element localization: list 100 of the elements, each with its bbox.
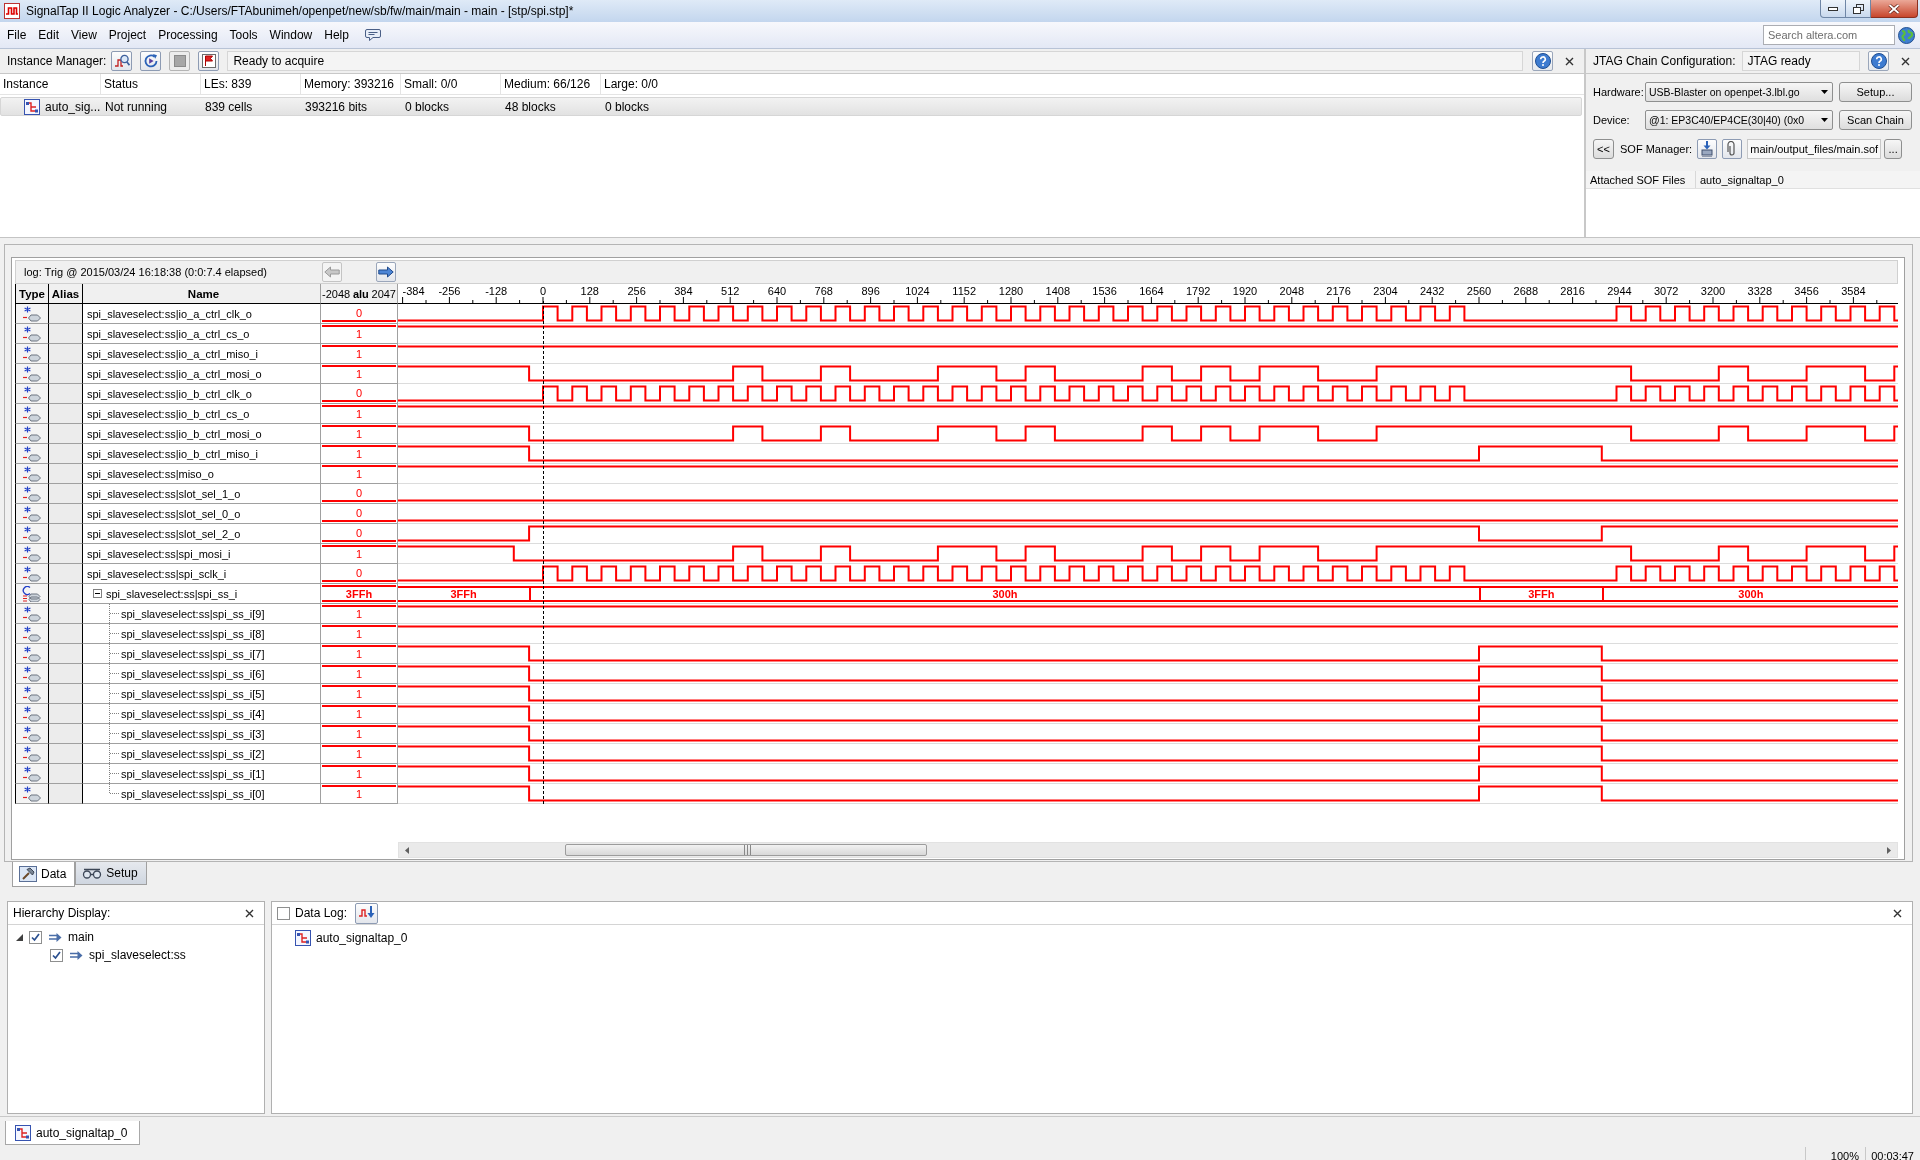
close-window-button[interactable] [1871, 0, 1918, 18]
signal-value: 1 [322, 625, 396, 642]
signal-value: 1 [322, 365, 396, 382]
help-button[interactable] [1532, 51, 1553, 71]
browse-button[interactable]: ... [1884, 139, 1903, 159]
zoom-level: 100% [1805, 1147, 1865, 1160]
close-icon [1888, 3, 1900, 14]
data-log-item[interactable]: auto_signaltap_0 [316, 931, 408, 945]
run-analysis-button[interactable] [111, 51, 133, 71]
view-tab[interactable]: Setup [75, 862, 147, 885]
column-header: Memory: 393216 [301, 74, 401, 94]
scan-chain-button[interactable]: Scan Chain [1839, 110, 1912, 130]
goggles-icon [82, 867, 103, 879]
search-field[interactable]: Search altera.com [1763, 25, 1895, 45]
signal-value: 1 [322, 425, 396, 442]
menu-item[interactable]: File [1, 26, 33, 44]
checkbox[interactable] [50, 948, 63, 962]
globe-icon[interactable] [1898, 26, 1915, 44]
signal-value: 1 [322, 645, 396, 662]
menu-item[interactable]: Tools [223, 26, 264, 44]
signal-name: spi_slaveselect:ss|spi_ss_i[2] [121, 747, 265, 760]
circuit-icon [295, 930, 311, 946]
column-header: Medium: 66/126 [501, 74, 601, 94]
bus-value: 3FFh [398, 585, 530, 602]
hardware-dropdown[interactable]: USB-Blaster on openpet-3.lbl.go [1645, 82, 1833, 102]
time-label: 1280 [998, 285, 1024, 297]
restore-icon [1852, 3, 1864, 14]
signal-name: spi_slaveselect:ss|io_a_ctrl_miso_i [87, 347, 258, 360]
asterisk-node-icon [22, 505, 42, 522]
signal-name: spi_slaveselect:ss|slot_sel_0_o [87, 507, 241, 520]
checkbox[interactable] [29, 930, 42, 944]
signal-name: spi_slaveselect:ss|spi_ss_i[5] [121, 687, 265, 700]
menu-item[interactable]: Processing [152, 26, 224, 44]
view-tab[interactable]: Data [12, 862, 76, 887]
minus-box-icon[interactable] [93, 589, 102, 598]
collapse-button[interactable]: << [1593, 139, 1614, 159]
time-label: 2304 [1373, 285, 1398, 297]
table-cell-text: 839 cells [204, 98, 254, 115]
menu-item[interactable]: Help [318, 26, 355, 44]
read-data-button[interactable] [198, 51, 220, 71]
circuit-icon [15, 1124, 31, 1141]
table-cell-text: auto_signaltap_0 [1699, 172, 1785, 188]
asterisk-node-icon [22, 645, 42, 662]
signal-name: spi_slaveselect:ss|slot_sel_2_o [87, 527, 241, 540]
next-log-button[interactable] [376, 262, 396, 282]
column-header: alu [352, 287, 369, 300]
asterisk-node-icon [22, 345, 42, 362]
tree-connector [109, 644, 121, 663]
table-row[interactable]: auto_sig... Not running 839 cells 393216 bits 0 blocks 48 blocks 0 blocks [0, 97, 1582, 116]
time-label: 2816 [1560, 285, 1585, 297]
help-button[interactable] [1868, 51, 1889, 71]
menu-item[interactable]: View [65, 26, 103, 44]
time-label: 1408 [1045, 285, 1071, 297]
program-device-button[interactable] [1697, 139, 1718, 159]
close-icon [1900, 56, 1910, 66]
asterisk-node-icon [22, 545, 42, 562]
column-header: LEs: 839 [201, 74, 301, 94]
signal-value: 1 [322, 665, 396, 682]
time-label: 3200 [1700, 285, 1726, 297]
signal-value: 1 [322, 705, 396, 722]
time-label: -256 [438, 285, 461, 297]
scrollbar-thumb[interactable] [565, 844, 927, 856]
time-label: 3584 [1841, 285, 1866, 297]
horizontal-scrollbar[interactable] [398, 842, 1898, 858]
restore-button[interactable] [1846, 0, 1871, 18]
instance-tab[interactable]: auto_signaltap_0 [5, 1121, 141, 1145]
menu-item[interactable]: Window [263, 26, 319, 44]
time-label: 1152 [952, 285, 976, 297]
data-log-button[interactable] [355, 902, 379, 924]
panel-title: JTAG Chain Configuration: [1593, 54, 1736, 68]
close-icon [1564, 56, 1574, 66]
checkbox[interactable] [277, 906, 290, 920]
expanded-triangle-icon[interactable] [15, 933, 23, 941]
signal-value: 1 [322, 345, 396, 362]
speech-bubble-icon[interactable] [364, 28, 381, 42]
asterisk-node-icon [22, 485, 42, 502]
column-header: Alias [51, 287, 80, 300]
menu-item[interactable]: Edit [32, 26, 66, 44]
tree-connector [109, 664, 121, 683]
stop-icon [173, 55, 186, 67]
sof-path-field[interactable]: main/output_files/main.sof [1747, 139, 1882, 159]
column-header: Large: 0/0 [603, 76, 660, 93]
time-label: -128 [485, 285, 508, 297]
time-label: 2944 [1607, 285, 1632, 297]
bus-value: 300h [1601, 585, 1898, 602]
menu-item[interactable]: Project [102, 26, 153, 44]
signal-name: spi_slaveselect:ss|miso_o [87, 467, 214, 480]
asterisk-node-icon [22, 305, 42, 322]
minimize-button[interactable] [1820, 0, 1846, 18]
tree-item[interactable]: spi_slaveselect:ss [89, 948, 186, 962]
arrow-icon [69, 949, 83, 961]
tree-item[interactable]: main [68, 930, 94, 944]
autorun-button[interactable] [140, 51, 162, 71]
right-triangle-icon [1887, 846, 1891, 854]
setup-button[interactable]: Setup... [1839, 82, 1912, 102]
asterisk-node-icon [22, 765, 42, 782]
signal-name: spi_slaveselect:ss|spi_ss_i [106, 587, 238, 600]
column-header: Attached SOF Files [1586, 171, 1696, 188]
device-dropdown[interactable]: @1: EP3C40/EP4CE(30|40) (0x0 [1645, 110, 1833, 130]
attach-button[interactable] [1722, 139, 1743, 159]
